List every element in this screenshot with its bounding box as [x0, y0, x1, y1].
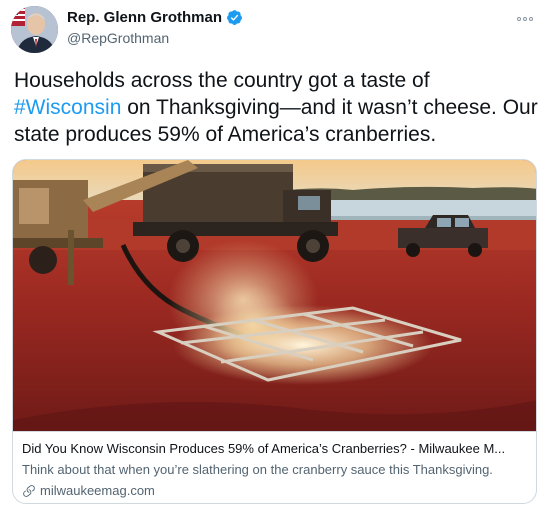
cranberry-harvest-photo — [13, 160, 536, 431]
card-domain[interactable]: milwaukeemag.com — [22, 483, 155, 498]
card-domain-text: milwaukeemag.com — [40, 483, 155, 498]
card-description[interactable]: Think about that when you’re slathering … — [22, 462, 528, 477]
more-options-icon[interactable] — [514, 10, 536, 28]
tweet-text: Households across the country got a tast… — [14, 67, 542, 148]
author-handle[interactable]: @RepGrothman — [67, 30, 169, 46]
verified-badge-icon — [226, 9, 243, 26]
link-preview-card[interactable]: Did You Know Wisconsin Produces 59% of A… — [12, 159, 537, 504]
avatar-image — [11, 6, 58, 53]
card-image[interactable] — [13, 160, 536, 431]
author-name[interactable]: Rep. Glenn Grothman — [67, 9, 222, 26]
tweet-text-before: Households across the country got a tast… — [14, 69, 430, 92]
card-divider — [13, 431, 536, 432]
link-icon — [22, 484, 36, 498]
hashtag-link[interactable]: #Wisconsin — [14, 96, 121, 119]
card-title[interactable]: Did You Know Wisconsin Produces 59% of A… — [22, 441, 528, 456]
author-avatar[interactable] — [11, 6, 58, 53]
author-name-row: Rep. Glenn Grothman — [67, 9, 243, 26]
tweet: Rep. Glenn Grothman @RepGrothman Househo… — [0, 0, 550, 514]
